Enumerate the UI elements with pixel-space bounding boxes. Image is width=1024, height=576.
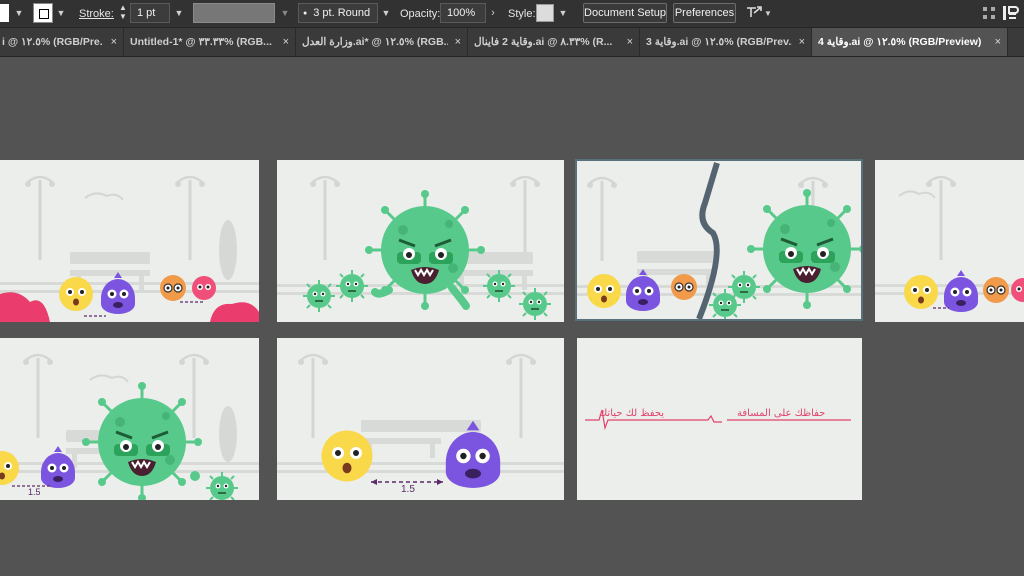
close-tab-icon[interactable]: × — [627, 28, 633, 56]
artboard[interactable] — [277, 160, 564, 322]
artboard[interactable]: 1.5 — [277, 338, 564, 500]
graphic-style-swatch[interactable] — [536, 4, 554, 22]
close-tab-icon[interactable]: × — [995, 28, 1001, 56]
artboard-scene — [0, 175, 259, 322]
workspace-switcher-icon[interactable] — [1002, 4, 1022, 22]
brush-definition-field[interactable]: ● 3 pt. Round — [298, 3, 378, 23]
close-tab-icon[interactable]: × — [455, 28, 461, 56]
artboard-scene — [577, 162, 861, 319]
opacity-label: Opacity: — [400, 7, 441, 20]
fill-dropdown-chevron-icon[interactable]: ▼ — [12, 4, 26, 22]
artboard-scene — [0, 353, 259, 500]
opacity-chevron-right-icon[interactable]: › — [487, 4, 499, 22]
document-tab[interactable]: Untitled-1* @ ٣٣.٣٣% (RGB... × — [124, 28, 296, 56]
stroke-swatch[interactable] — [33, 3, 53, 23]
control-bar: ▼ ▼ Stroke: ▲ ▼ 1 pt ▼ ▼ ● 3 pt. Round ▼ O… — [0, 0, 1024, 28]
distance-label: 1.5 — [28, 487, 41, 497]
close-tab-icon[interactable]: × — [799, 28, 805, 56]
artboard[interactable]: 1.5 — [0, 338, 259, 500]
artboard[interactable] — [875, 160, 1024, 322]
close-tab-icon[interactable]: × — [111, 28, 117, 56]
stroke-weight-field[interactable]: 1 pt — [130, 3, 170, 23]
artboard-selected[interactable] — [575, 159, 863, 321]
stroke-label: Stroke: — [79, 7, 114, 20]
document-tab[interactable]: وزارة العدل.ai* @ ١٢.٥% (RGB... × — [296, 28, 468, 56]
stroke-weight-stepper-icon[interactable]: ▲ ▼ — [117, 3, 129, 23]
document-tab-active[interactable]: وقاية 4.ai @ ١٢.٥% (RGB/Preview) × — [812, 28, 1008, 56]
document-setup-button[interactable]: Document Setup — [583, 3, 667, 23]
style-label: Style: — [508, 7, 536, 20]
brush-dot-icon: ● — [303, 9, 308, 17]
distance-label: 1.5 — [401, 484, 415, 495]
document-tab[interactable]: وقاية 2 فاينال.ai @ ٨.٣٣% (R... × — [468, 28, 640, 56]
arrange-chevron-icon[interactable]: ▼ — [764, 4, 772, 22]
document-tab[interactable]: وقاية 3.ai @ ١٢.٥% (RGB/Prev... × — [640, 28, 812, 56]
document-tab[interactable]: i @ ١٢.٥% (RGB/Pre... × — [0, 28, 124, 56]
style-chevron-icon[interactable]: ▼ — [556, 4, 570, 22]
artboard-scene — [875, 175, 1024, 312]
stroke-weight-chevron-icon[interactable]: ▼ — [171, 4, 187, 22]
opacity-field[interactable]: 100% — [440, 3, 486, 23]
preferences-button[interactable]: Preferences — [673, 3, 736, 23]
artboard-scene — [277, 353, 564, 488]
close-tab-icon[interactable]: × — [283, 28, 289, 56]
variable-width-profile[interactable] — [193, 3, 275, 23]
profile-chevron-icon[interactable]: ▼ — [278, 4, 292, 22]
artboard-scene — [277, 175, 564, 321]
panel-toggle-icon[interactable] — [982, 6, 996, 20]
slogan-left: يحفظ لك حياتك — [599, 408, 665, 419]
document-tab-bar: i @ ١٢.٥% (RGB/Pre... × Untitled-1* @ ٣٣… — [0, 28, 1024, 57]
fill-swatch[interactable] — [0, 4, 9, 22]
stroke-dropdown-chevron-icon[interactable]: ▼ — [54, 4, 68, 22]
heartbeat-line — [585, 409, 851, 431]
slogan-right: حفاظك على المسافة — [737, 408, 826, 419]
artboard[interactable]: يحفظ لك حياتك حفاظك على المسافة — [577, 338, 862, 500]
arrange-documents-icon[interactable] — [744, 4, 764, 22]
brush-chevron-icon[interactable]: ▼ — [379, 4, 393, 22]
artboard[interactable] — [0, 160, 259, 322]
